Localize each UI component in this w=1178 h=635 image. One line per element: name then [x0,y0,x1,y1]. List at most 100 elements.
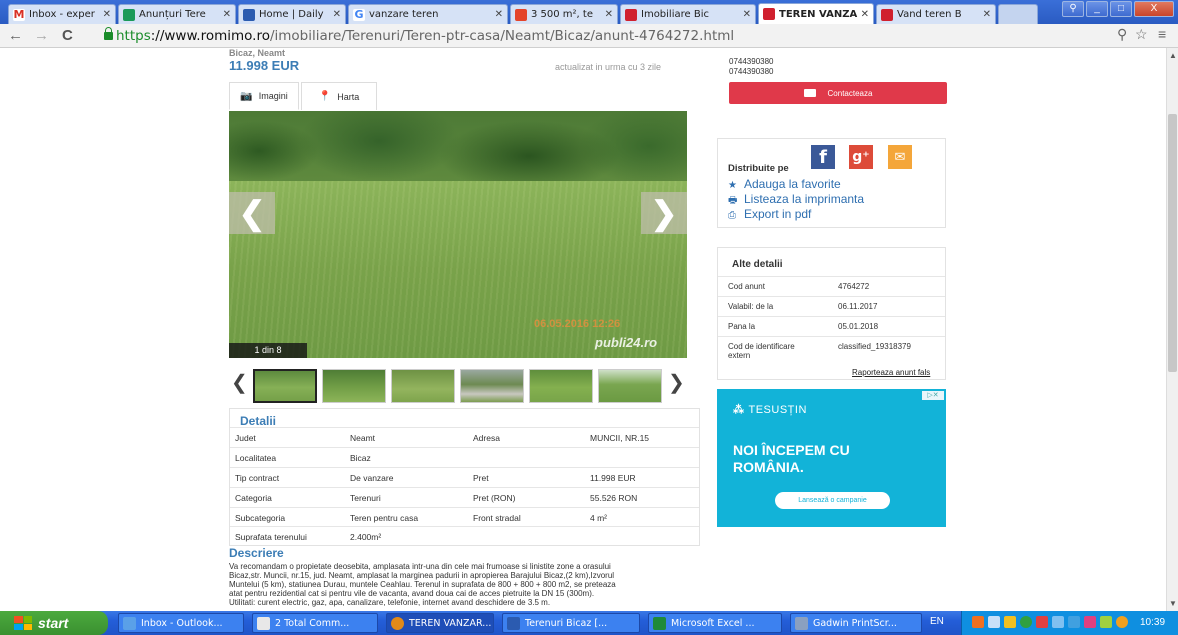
tab-inbox[interactable]: M Inbox - exper ✕ [8,4,116,24]
close-icon[interactable]: ✕ [983,9,991,20]
link-label: Adauga la favorite [744,177,841,191]
tab-imobiliare[interactable]: Imobiliare Bic ✕ [620,4,756,24]
tray-icon[interactable] [988,616,1000,628]
scroll-down-arrow[interactable]: ▼ [1169,599,1177,608]
tab-3500m[interactable]: 3 500 m², te ✕ [510,4,618,24]
thumbs-prev-button[interactable]: ❮ [231,370,248,395]
scroll-thumb[interactable] [1168,114,1177,372]
tab-map-label: Harta [337,91,360,102]
ad-choices-icon[interactable]: ▷✕ [922,391,944,400]
export-pdf-link[interactable]: ⎙ Export in pdf [728,207,811,221]
google-plus-icon[interactable]: g⁺ [849,145,873,169]
ad-headline: NOI ÎNCEPEM CU ROMÂNIA. [733,442,850,476]
ad-cta-button[interactable]: Lansează o campanie [775,492,890,509]
next-photo-button[interactable]: ❯ [641,192,687,234]
other-details-box: Alte detalii Cod anunt 4764272 Valabil: … [717,247,946,380]
taskbar-item-outlook[interactable]: Inbox - Outlook... [118,613,244,633]
reload-button[interactable]: C [62,27,73,45]
tab-anunturi[interactable]: Anunțuri Tere ✕ [118,4,236,24]
detail-value: classified_19318379 [838,342,911,351]
url-field[interactable]: https://www.romimo.ro/imobiliare/Terenur… [104,27,734,45]
close-icon[interactable]: ✕ [861,9,869,20]
clock: 10:39 [1140,617,1166,628]
taskbar-item-label: 2 Total Comm... [275,617,350,629]
menu-icon[interactable]: ≡ [1158,26,1166,42]
start-button[interactable]: start [0,611,108,635]
tab-home-daily[interactable]: Home | Daily ✕ [238,4,346,24]
prev-photo-button[interactable]: ❮ [229,192,275,234]
tab-images[interactable]: 📷 Imagini [229,82,299,110]
description-line: Bicaz,str. Muncii, nr.15, jud. Neamt, am… [229,571,615,580]
map-pin-icon: 📍 [318,91,332,102]
tray-icon[interactable] [1004,616,1016,628]
back-button[interactable]: ← [8,27,23,45]
language-indicator[interactable]: EN [930,616,944,627]
detail-key: Tip contract [235,473,280,483]
tray-icon[interactable] [1084,616,1096,628]
taskbar-item-word[interactable]: Terenuri Bicaz [... [502,613,640,633]
tray-icon[interactable] [1052,616,1064,628]
close-icon[interactable]: ✕ [743,9,751,20]
taskbar-item-total-commander[interactable]: 2 Total Comm... [252,613,378,633]
add-favorite-link[interactable]: ★ Adauga la favorite [728,177,841,191]
tray-icon[interactable] [1020,616,1032,628]
thumbnail[interactable] [598,369,662,403]
photo-trees [229,111,687,183]
tray-icon[interactable] [1036,616,1048,628]
close-icon[interactable]: ✕ [103,9,111,20]
tray-icon[interactable] [1116,616,1128,628]
tray-icon[interactable] [1068,616,1080,628]
ad-banner[interactable]: ▷✕ ⁂ TESUSȚIN NOI ÎNCEPEM CU ROMÂNIA. Lan… [717,389,946,527]
detail-value: 11.998 EUR [590,473,636,483]
taskbar-item-gadwin[interactable]: Gadwin PrintScr... [790,613,922,633]
url-scheme: https [116,28,151,44]
taskbar-item-excel[interactable]: Microsoft Excel ... [648,613,782,633]
phone-number[interactable]: 0744390380 [729,57,774,66]
thumbnail[interactable] [460,369,524,403]
table-row: Categoria Terenuri Pret (RON) 55.526 RON [230,487,699,507]
close-icon[interactable]: ✕ [605,9,613,20]
profile-icon[interactable]: ⚲ [1062,1,1084,17]
tab-teren-vanzare[interactable]: TEREN VANZA ✕ [758,3,874,24]
thumbs-next-button[interactable]: ❯ [668,370,685,395]
detail-key: Subcategoria [235,513,286,523]
close-window-button[interactable]: X [1134,1,1174,17]
detail-value: Terenuri [350,493,381,503]
tray-icon[interactable] [972,616,984,628]
facebook-icon[interactable]: f [811,145,835,169]
site-icon [625,8,637,21]
scroll-up-arrow[interactable]: ▲ [1169,51,1177,60]
detail-value: Teren pentru casa [350,513,419,523]
close-icon[interactable]: ✕ [495,9,503,20]
detail-key: Valabil: de la [728,302,774,311]
site-icon [763,8,775,20]
forward-button[interactable]: → [34,27,49,45]
thumbnail[interactable] [253,369,317,403]
zoom-icon[interactable]: ⚲ [1117,26,1127,43]
contact-button[interactable]: Contacteaza [729,82,947,104]
tab-map[interactable]: 📍 Harta [301,82,377,110]
taskbar-item-chrome[interactable]: TEREN VANZAR... [386,613,494,633]
detail-value: Bicaz [350,453,371,463]
thumbnail[interactable] [322,369,386,403]
thumbnail[interactable] [391,369,455,403]
tab-vand-teren[interactable]: Vand teren B ✕ [876,4,996,24]
thumbnail[interactable] [529,369,593,403]
bookmark-star-icon[interactable]: ☆ [1135,26,1148,43]
site-icon [881,8,893,21]
new-tab-button[interactable] [998,4,1038,24]
close-icon[interactable]: ✕ [333,9,341,20]
page-scrollbar[interactable]: ▲ ▼ [1166,48,1178,611]
star-icon: ★ [728,180,737,191]
report-fake-link[interactable]: Raporteaza anunt fals [852,368,930,377]
phone-number[interactable]: 0744390380 [729,67,774,76]
maximize-button[interactable]: □ [1110,1,1132,17]
tab-google-search[interactable]: G vanzare teren ✕ [348,4,508,24]
email-icon[interactable]: ✉ [888,145,912,169]
gadwin-icon [795,616,808,630]
main-photo[interactable]: ❮ ❯ 06.05.2016 12:26 publi24.ro 1 din 8 [229,111,687,358]
minimize-button[interactable]: _ [1086,1,1108,17]
tray-icon[interactable] [1100,616,1112,628]
close-icon[interactable]: ✕ [223,9,231,20]
detail-key: Pret [473,473,489,483]
